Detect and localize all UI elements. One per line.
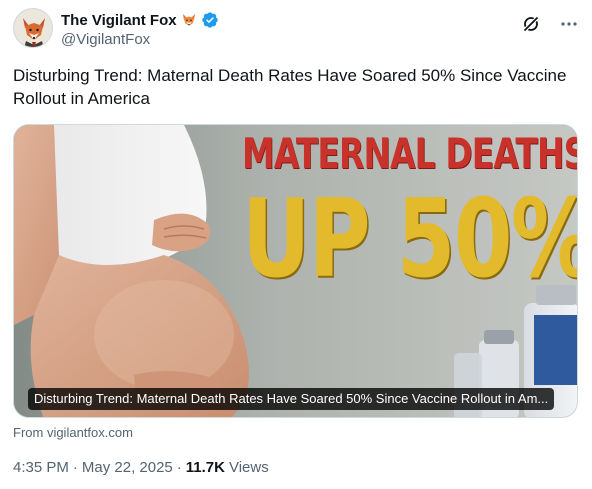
header-actions <box>521 14 579 34</box>
views-label: Views <box>228 459 269 476</box>
display-name-row: The Vigilant Fox <box>61 10 219 30</box>
tweet-header: The Vigilant Fox @VigilantFox <box>13 8 579 52</box>
author-handle[interactable]: @VigilantFox <box>61 31 219 48</box>
card-caption[interactable]: Disturbing Trend: Maternal Death Rates H… <box>28 388 555 410</box>
link-card[interactable]: MATERNAL DEATHS UP 50% Disturbing Trend:… <box>13 124 578 418</box>
views-count: 11.7K <box>185 459 225 476</box>
author-names: The Vigilant Fox @VigilantFox <box>61 10 219 48</box>
meta-separator: · <box>72 459 78 476</box>
meta-separator: · <box>176 459 182 476</box>
verified-badge-icon[interactable] <box>201 11 219 29</box>
author-avatar[interactable] <box>13 8 53 48</box>
fox-face-icon <box>181 12 197 28</box>
card-headline-bottom: UP 50% <box>242 177 578 302</box>
tweet-text: Disturbing Trend: Maternal Death Rates H… <box>13 66 567 108</box>
tweet-meta: 4:35 PM · May 22, 2025 · 11.7K Views <box>13 459 269 476</box>
tweet-date[interactable]: May 22, 2025 <box>82 459 173 476</box>
tweet-time[interactable]: 4:35 PM <box>13 459 69 476</box>
display-name[interactable]: The Vigilant Fox <box>61 12 177 29</box>
more-options-icon[interactable] <box>559 14 579 34</box>
card-headline-top: MATERNAL DEATHS <box>242 129 578 178</box>
card-source[interactable]: From vigilantfox.com <box>13 425 133 440</box>
grok-icon[interactable] <box>521 14 541 34</box>
fox-avatar-icon <box>14 9 52 47</box>
